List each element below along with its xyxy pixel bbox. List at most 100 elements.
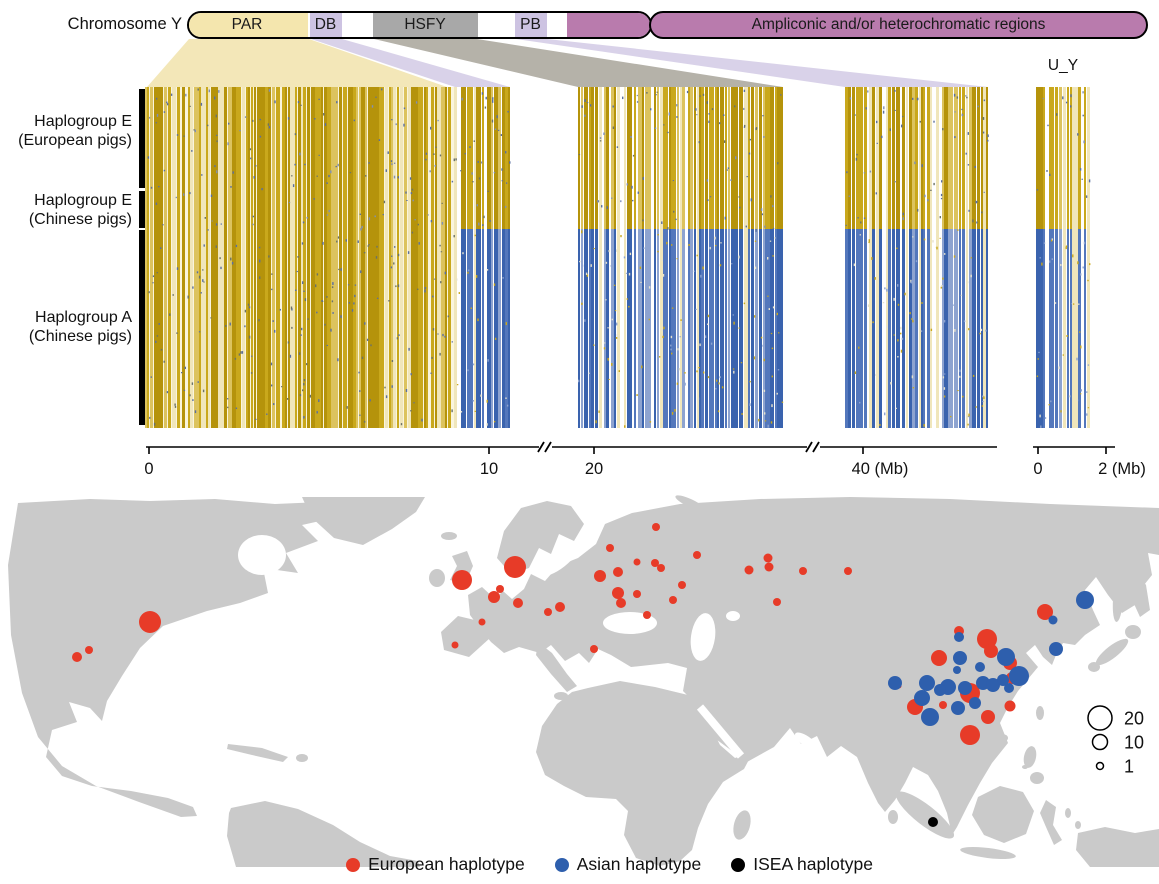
- speckle: [408, 251, 409, 254]
- stripe: [238, 229, 241, 428]
- speckle: [151, 187, 152, 189]
- stripe: [218, 229, 224, 428]
- stripe: [595, 229, 598, 428]
- speckle: [1038, 358, 1039, 359]
- european-haplotype-bubble: [765, 563, 774, 572]
- speckle: [727, 169, 728, 170]
- speckle: [911, 318, 912, 319]
- stripe: [416, 229, 418, 428]
- speckle: [984, 100, 985, 102]
- speckle: [725, 217, 726, 220]
- speckle: [959, 376, 960, 378]
- asian-haplotype-bubble: [1049, 616, 1058, 625]
- speckle: [497, 115, 498, 118]
- speckle: [1083, 115, 1084, 117]
- speckle: [744, 127, 745, 128]
- speckle: [1073, 303, 1074, 304]
- speckle: [494, 283, 495, 286]
- speckle: [619, 370, 620, 372]
- speckle: [957, 229, 958, 231]
- speckle: [680, 319, 681, 321]
- stripe: [188, 87, 190, 229]
- speckle: [607, 327, 608, 328]
- speckle: [1077, 400, 1078, 402]
- speckle: [218, 90, 219, 93]
- speckle: [924, 239, 925, 241]
- speckle: [942, 278, 943, 280]
- stripe: [339, 87, 342, 229]
- stripe: [426, 87, 428, 229]
- stripe: [986, 87, 988, 229]
- speckle: [239, 130, 240, 131]
- speckle: [391, 163, 392, 165]
- stripe: [888, 229, 891, 428]
- speckle: [1080, 393, 1081, 394]
- speckle: [303, 383, 304, 386]
- speckle: [879, 424, 880, 426]
- stripe: [711, 229, 714, 428]
- speckle: [884, 287, 885, 289]
- stripe: [981, 229, 983, 428]
- speckle: [416, 101, 417, 103]
- stripe: [705, 229, 708, 428]
- speckle: [897, 356, 898, 357]
- speckle: [475, 411, 476, 412]
- speckle: [630, 253, 631, 255]
- stripe: [182, 87, 185, 229]
- stripe: [471, 229, 473, 428]
- speckle: [884, 413, 885, 416]
- stripe: [647, 229, 651, 428]
- speckle: [954, 255, 955, 257]
- speckle: [216, 170, 217, 173]
- speckle: [391, 266, 392, 268]
- stripe: [921, 87, 923, 229]
- stripe: [1072, 229, 1075, 428]
- speckle: [442, 203, 443, 204]
- speckle: [656, 94, 657, 95]
- speckle: [708, 113, 709, 114]
- haplogroup-label-3: Haplogroup A(Chinese pigs): [0, 308, 132, 346]
- speckle: [359, 415, 360, 416]
- speckle: [192, 286, 193, 288]
- stripe: [972, 229, 974, 428]
- stripe: [959, 87, 961, 229]
- speckle: [922, 164, 923, 167]
- speckle: [426, 153, 427, 155]
- stripe: [172, 229, 176, 428]
- speckle: [941, 287, 942, 289]
- speckle: [774, 237, 775, 238]
- stripe: [1063, 229, 1066, 428]
- speckle: [676, 104, 677, 106]
- speckle: [483, 216, 484, 218]
- sri-lanka: [888, 810, 898, 824]
- stripe: [720, 229, 724, 428]
- stripe: [944, 87, 948, 229]
- stripe: [448, 229, 451, 428]
- speckle: [474, 140, 475, 142]
- speckle: [408, 348, 409, 351]
- stripe: [589, 87, 591, 229]
- stripe: [206, 229, 208, 428]
- stripe: [379, 229, 384, 428]
- european-haplotype-bubble: [85, 646, 93, 654]
- speckle: [498, 130, 499, 131]
- speckle: [754, 315, 755, 317]
- stripe: [236, 87, 238, 229]
- speckle: [598, 411, 599, 413]
- speckle: [694, 271, 695, 272]
- speckle: [154, 423, 155, 426]
- speckle: [1066, 335, 1067, 337]
- speckle: [950, 416, 951, 417]
- speckle: [337, 358, 338, 361]
- speckle: [657, 251, 658, 253]
- speckle: [440, 155, 441, 157]
- speckle: [778, 332, 779, 333]
- speckle: [501, 134, 502, 136]
- speckle: [269, 126, 270, 128]
- speckle: [782, 402, 783, 403]
- stripe: [864, 229, 867, 428]
- speckle: [708, 376, 709, 378]
- speckle: [173, 294, 174, 296]
- speckle: [1082, 91, 1083, 93]
- stripe: [912, 87, 915, 229]
